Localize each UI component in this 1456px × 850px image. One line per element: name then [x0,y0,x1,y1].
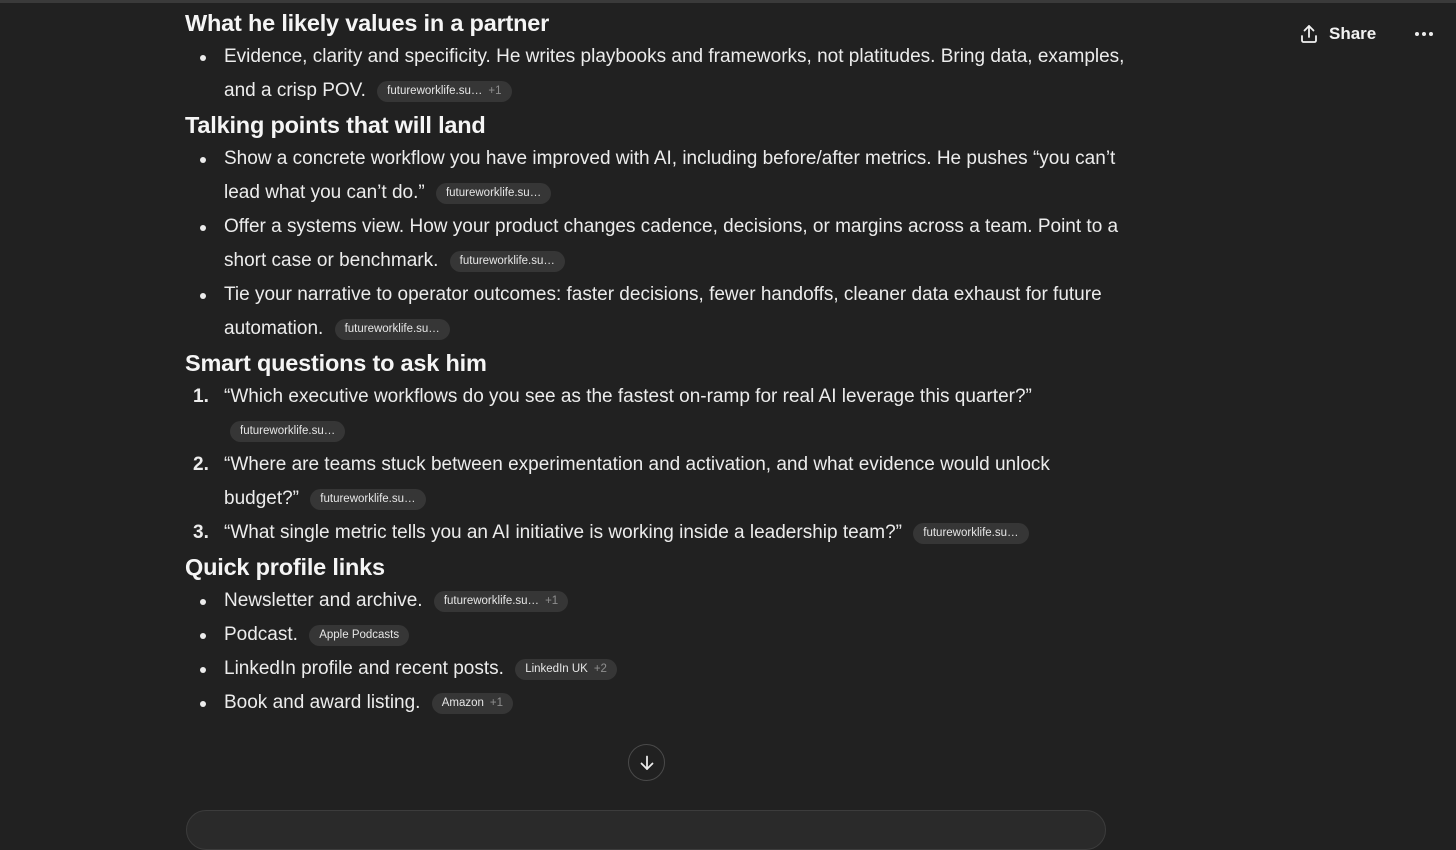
citation-source: futureworklife.su… [459,255,555,267]
list-item: 3. “What single metric tells you an AI i… [185,516,1125,550]
arrow-down-icon [640,755,653,770]
profile-links-list: Newsletter and archive. futureworklife.s… [185,584,1125,720]
citation-source: futureworklife.su… [320,493,416,505]
item-number: 2. [193,454,209,475]
ellipsis-icon-dot [1422,32,1426,36]
list-item: Podcast. Apple Podcasts [185,618,1125,652]
item-text: “What single metric tells you an AI init… [224,522,902,543]
citation-source: Apple Podcasts [319,629,400,641]
citation-chip[interactable]: futureworklife.su… [230,420,346,442]
message-composer[interactable] [186,810,1106,850]
item-text: “Which executive workflows do you see as… [224,386,1032,407]
list-item: Book and award listing. Amazon +1 [185,686,1125,720]
scroll-to-bottom-button[interactable] [628,744,665,781]
list-item: Newsletter and archive. futureworklife.s… [185,584,1125,618]
ellipsis-icon-dot [1415,32,1419,36]
section-heading-questions: Smart questions to ask him [185,350,487,376]
citation-chip[interactable]: futureworklife.su… +1 [433,590,569,612]
share-button[interactable]: Share [1298,20,1376,48]
window-top-edge [0,0,1456,3]
citation-source: futureworklife.su… [443,595,540,607]
item-text: Offer a systems view. How your product c… [224,216,1119,271]
section-heading-profile-links: Quick profile links [185,554,385,580]
citation-chip[interactable]: Apple Podcasts [309,624,410,646]
citation-extra-count: +1 [545,595,559,607]
citation-extra-count: +1 [489,697,504,709]
item-text: Show a concrete workflow you have improv… [224,148,1116,203]
list-item: 1. “Which executive workflows do you see… [185,380,1125,448]
share-label: Share [1329,24,1377,43]
ellipsis-icon-dot [1429,32,1433,36]
citation-chip[interactable]: futureworklife.su… [449,250,565,272]
citation-source: futureworklife.su… [344,323,440,335]
section-heading-values: What he likely values in a partner [185,10,550,36]
item-number: 3. [193,522,209,543]
citation-source: Amazon [441,697,484,709]
citation-source: futureworklife.su… [387,85,483,97]
list-item: Evidence, clarity and specificity. He wr… [185,40,1125,108]
list-item: 2. “Where are teams stuck between experi… [185,448,1125,516]
citation-chip[interactable]: futureworklife.su… +1 [377,80,512,102]
list-item: Tie your narrative to operator outcomes:… [185,278,1125,346]
item-text: Evidence, clarity and specificity. He wr… [224,46,1125,101]
list-item: Offer a systems view. How your product c… [185,210,1125,278]
list-item: Show a concrete workflow you have improv… [185,142,1125,210]
citation-chip[interactable]: LinkedIn UK +2 [515,658,617,680]
citation-chip[interactable]: futureworklife.su… [913,522,1029,544]
citation-source: LinkedIn UK [525,663,588,675]
response-content: What he likely values in a partner Evide… [185,6,1125,720]
citation-chip[interactable]: futureworklife.su… [310,488,426,510]
list-item: LinkedIn profile and recent posts. Linke… [185,652,1125,686]
citation-chip[interactable]: futureworklife.su… [435,182,552,204]
citation-extra-count: +2 [593,663,607,675]
more-options-button[interactable] [1410,22,1438,46]
questions-list: 1. “Which executive workflows do you see… [185,380,1125,550]
item-text: Newsletter and archive. [224,590,423,611]
citation-chip[interactable]: Amazon +1 [431,692,514,714]
item-number: 1. [193,386,209,407]
item-text: Podcast. [224,624,298,645]
citation-extra-count: +1 [488,85,502,97]
values-list: Evidence, clarity and specificity. He wr… [185,40,1125,108]
citation-chip[interactable]: futureworklife.su… [334,318,450,340]
citation-source: futureworklife.su… [240,425,336,437]
citation-source: futureworklife.su… [445,187,542,199]
section-heading-talking-points: Talking points that will land [185,112,486,138]
item-text: Book and award listing. [224,692,421,713]
item-text: LinkedIn profile and recent posts. [224,658,504,679]
talking-points-list: Show a concrete workflow you have improv… [185,142,1125,346]
share-upload-icon [1301,25,1317,43]
citation-source: futureworklife.su… [923,527,1019,539]
